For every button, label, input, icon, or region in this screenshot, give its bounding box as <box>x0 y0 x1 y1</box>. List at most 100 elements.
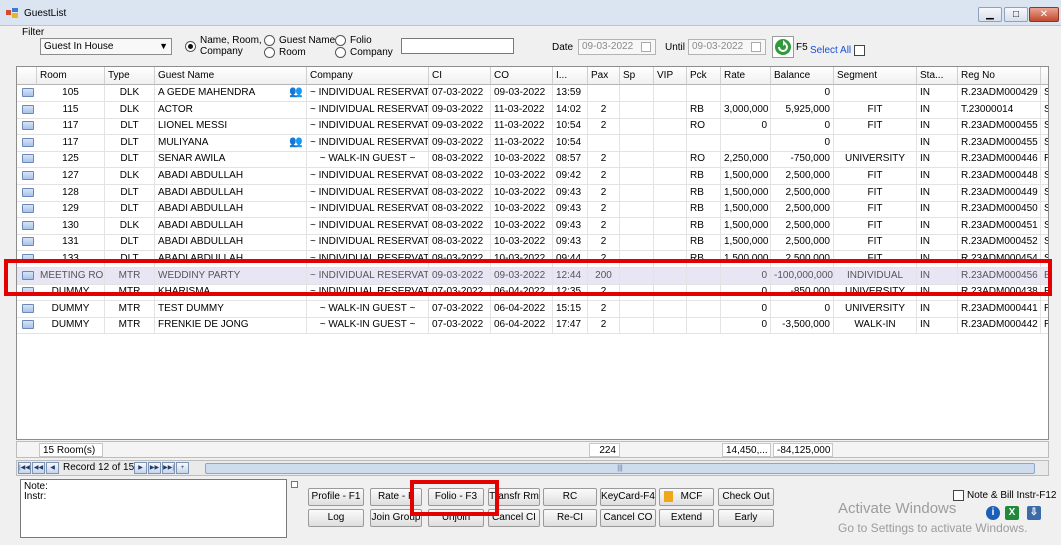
cell-ci: 07-03-2022 <box>429 85 491 101</box>
table-row[interactable]: 127 DLK ABADI ABDULLAH ~ INDIVIDUAL RESERVA… <box>17 168 1048 185</box>
table-row[interactable]: DUMMY MTR TEST DUMMY ~ WALK-IN GUEST ~07-03… <box>17 300 1048 318</box>
radio-room[interactable] <box>264 47 275 58</box>
cell-room: 129 <box>37 201 105 218</box>
column-header-reg-no[interactable]: Reg No <box>958 67 1041 85</box>
search-input[interactable] <box>401 38 514 54</box>
cell-regno: R.23ADM000448 <box>958 168 1041 184</box>
cell-rate: 3,000,000 <box>721 101 771 118</box>
record-position: Record 12 of 15 <box>63 462 135 473</box>
group-members-icon[interactable]: 👥 <box>289 136 303 149</box>
radio-guest-name[interactable] <box>264 35 275 46</box>
column-header-pax[interactable]: Pax <box>588 67 620 85</box>
table-row[interactable]: 117 DLT MULIYANA ~ INDIVIDUAL RESERVATI... 0… <box>17 134 1048 152</box>
table-row[interactable]: 115 DLK ACTOR ~ INDIVIDUAL RESERVATI... 09-0… <box>17 101 1048 119</box>
action-button-top-profile-f1[interactable]: Profile - F1 <box>308 488 364 506</box>
radio-company-label: Company <box>350 47 393 58</box>
cell-pck: RB <box>687 184 721 201</box>
cell-type: DLT <box>105 118 155 135</box>
cell-status: IN <box>917 134 958 151</box>
cell-guest: ABADI ABDULLAH <box>155 217 307 234</box>
column-header-room[interactable]: Room <box>37 67 105 85</box>
cell-time: 09:43 <box>553 184 588 201</box>
until-date-picker[interactable]: 09-03-2022 <box>688 39 766 55</box>
add-record-button[interactable]: + <box>176 462 189 474</box>
cell-room: 125 <box>37 151 105 168</box>
column-header-vip[interactable]: VIP <box>654 67 687 85</box>
action-button-bottom-early[interactable]: Early <box>718 509 774 527</box>
column-header-rate[interactable]: Rate <box>721 67 771 85</box>
radio-folio[interactable] <box>335 35 346 46</box>
cell-company: ~ WALK-IN GUEST ~ <box>307 300 429 317</box>
action-button-bottom-log[interactable]: Log <box>308 509 364 527</box>
note-box[interactable]: Note: Instr: <box>20 479 287 538</box>
info-icon[interactable]: i <box>986 506 1000 520</box>
cell-pax: 2 <box>588 151 620 168</box>
until-label: Until <box>665 42 686 53</box>
excel-icon[interactable]: X <box>1005 506 1019 520</box>
cell-guest: ABADI ABDULLAH <box>155 168 307 184</box>
date-picker[interactable]: 09-03-2022 <box>578 39 656 55</box>
column-header-status[interactable]: Sta... <box>917 67 958 85</box>
refresh-icon <box>775 39 791 55</box>
column-header-company[interactable]: Company <box>307 67 429 85</box>
first-record-button[interactable]: |◀◀ <box>18 462 31 474</box>
cell-extra: S <box>1041 201 1048 217</box>
last-record-button[interactable]: ▶▶| <box>162 462 175 474</box>
filter-combo[interactable]: Guest In House ▼ <box>40 38 172 55</box>
table-row[interactable]: 105 DLK A GEDE MAHENDRA ~ INDIVIDUAL RESERV… <box>17 85 1048 102</box>
next-record-button[interactable]: ▶ <box>134 462 147 474</box>
table-row[interactable]: 128 DLT ABADI ABDULLAH ~ INDIVIDUAL RESERVA… <box>17 184 1048 202</box>
cell-sp <box>620 101 654 118</box>
select-all-checkbox[interactable] <box>854 45 865 56</box>
cell-pax <box>588 134 620 151</box>
minimize-button[interactable]: ▁ <box>978 7 1002 22</box>
cell-room: DUMMY <box>37 317 105 334</box>
refresh-button[interactable] <box>772 36 794 58</box>
action-button-top-rc[interactable]: RC <box>543 488 597 506</box>
table-row[interactable]: 129 DLT ABADI ABDULLAH ~ INDIVIDUAL RESERVA… <box>17 201 1048 219</box>
next-page-button[interactable]: ▶▶ <box>148 462 161 474</box>
radio-name-room-company[interactable] <box>185 41 196 52</box>
column-header-guest-name[interactable]: Guest Name <box>155 67 307 85</box>
cell-status: IN <box>917 217 958 234</box>
action-button-top-keycard-f4[interactable]: KeyCard-F4 <box>600 488 656 506</box>
action-button-bottom-re-ci[interactable]: Re-CI <box>543 509 597 527</box>
column-header-sp[interactable]: Sp <box>620 67 654 85</box>
column-header-ci[interactable]: CI <box>429 67 491 85</box>
table-row[interactable]: 130 DLK ABADI ABDULLAH ~ INDIVIDUAL RESERVA… <box>17 217 1048 235</box>
column-header-type[interactable]: Type <box>105 67 155 85</box>
action-button-bottom-cancel-co[interactable]: Cancel CO <box>600 509 656 527</box>
select-all-link[interactable]: Select All <box>810 45 851 56</box>
row-card-icon <box>22 237 34 247</box>
close-button[interactable]: ✕ <box>1029 7 1059 22</box>
column-header-co[interactable]: CO <box>491 67 553 85</box>
note-scroll-handle[interactable] <box>291 481 298 488</box>
cell-pax: 2 <box>588 217 620 234</box>
cell-ci: 08-03-2022 <box>429 151 491 168</box>
group-members-icon[interactable]: 👥 <box>289 86 303 99</box>
table-row[interactable]: DUMMY MTR FRENKIE DE JONG ~ WALK-IN GUEST ~… <box>17 317 1048 335</box>
column-header-time[interactable]: I... <box>553 67 588 85</box>
cell-type: MTR <box>105 317 155 334</box>
cell-pck <box>687 317 721 334</box>
action-button-top-check-out[interactable]: Check Out <box>718 488 774 506</box>
previous-page-button[interactable]: ◀◀ <box>32 462 45 474</box>
cell-balance: 5,925,000 <box>771 101 834 118</box>
export-icon[interactable]: ⇩ <box>1027 506 1041 520</box>
column-header-pck[interactable]: Pck <box>687 67 721 85</box>
cell-status: IN <box>917 118 958 135</box>
cell-rate <box>721 134 771 151</box>
table-row[interactable]: 131 DLT ABADI ABDULLAH ~ INDIVIDUAL RESERVA… <box>17 234 1048 252</box>
action-button-bottom-extend[interactable]: Extend <box>659 509 714 527</box>
horizontal-scrollbar[interactable]: ||| <box>205 463 1035 474</box>
column-header-extra[interactable] <box>1041 67 1048 85</box>
maximize-button[interactable]: □ <box>1004 7 1028 22</box>
table-row[interactable]: 117 DLT LIONEL MESSI ~ INDIVIDUAL RESERVATI… <box>17 118 1048 136</box>
row-card-icon <box>22 104 34 114</box>
column-header-segment[interactable]: Segment <box>834 67 917 85</box>
column-header-balance[interactable]: Balance <box>771 67 834 85</box>
previous-record-button[interactable]: ◀ <box>46 462 59 474</box>
radio-company[interactable] <box>335 47 346 58</box>
table-row[interactable]: 125 DLT SENAR AWILA ~ WALK-IN GUEST ~08-03-… <box>17 151 1048 169</box>
filter-combo-value: Guest In House <box>44 41 114 52</box>
